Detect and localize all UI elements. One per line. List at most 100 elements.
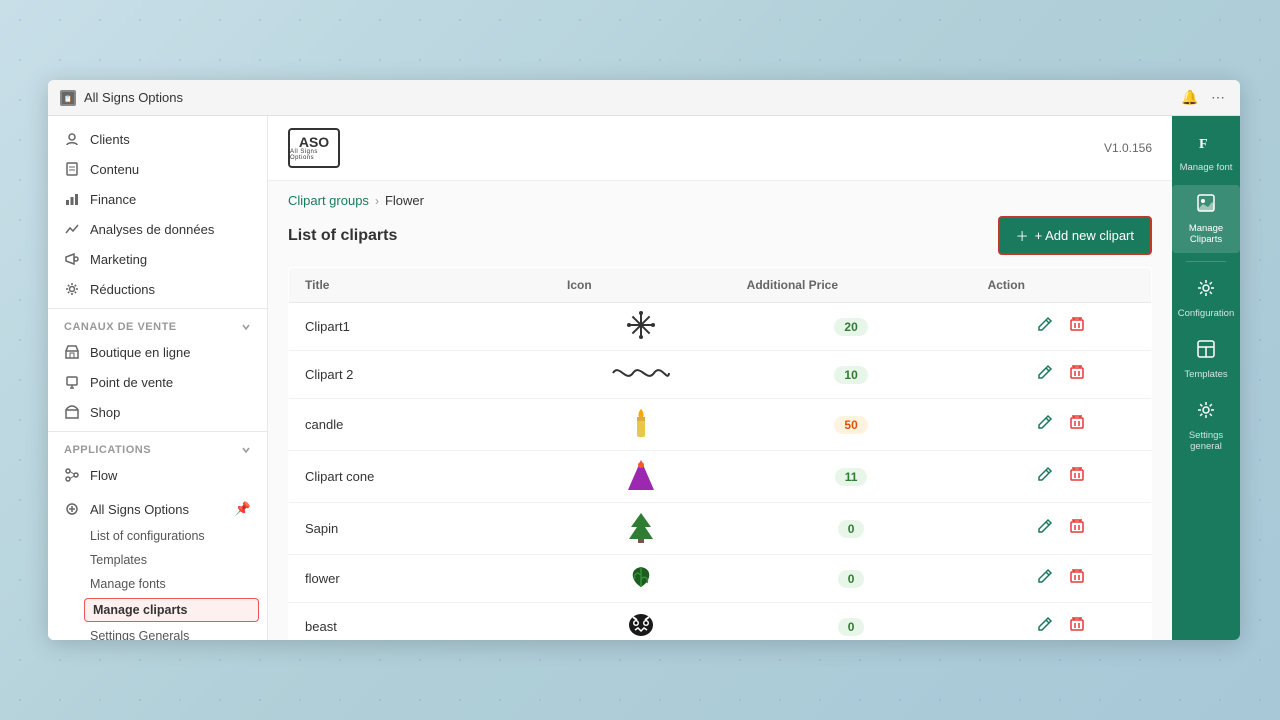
- megaphone-icon: [64, 251, 80, 267]
- aso-logo: ASO All Signs Options: [288, 128, 340, 168]
- delete-button[interactable]: [1063, 464, 1091, 489]
- rp-templates[interactable]: Templates: [1172, 331, 1240, 388]
- edit-button[interactable]: [1031, 464, 1059, 489]
- cell-icon: [551, 303, 731, 351]
- sidebar-item-contenu[interactable]: Contenu: [48, 154, 267, 184]
- main-content: ASO All Signs Options V1.0.156 Clipart g…: [268, 116, 1172, 640]
- sidebar-subitem-manage-fonts[interactable]: Manage fonts: [48, 572, 267, 596]
- sidebar-item-clients-label: Clients: [90, 132, 130, 147]
- sidebar-item-flow[interactable]: Flow: [48, 460, 267, 490]
- pin-icon[interactable]: 📌: [235, 501, 251, 517]
- table-row: Clipart cone 11: [289, 451, 1152, 503]
- notification-button[interactable]: 🔔: [1180, 88, 1200, 108]
- font-icon: F: [1196, 132, 1216, 158]
- delete-button[interactable]: [1063, 614, 1091, 639]
- rp-manage-cliparts[interactable]: Manage Cliparts: [1172, 185, 1240, 253]
- pos-icon: [64, 374, 80, 390]
- sidebar-item-analyses-label: Analyses de données: [90, 222, 214, 237]
- cell-title: Sapin: [289, 503, 552, 555]
- cell-icon: [551, 603, 731, 641]
- delete-button[interactable]: [1063, 412, 1091, 437]
- sidebar: Clients Contenu Finance Analyses de donn…: [48, 116, 268, 640]
- table-header: Title Icon Additional Price Action: [289, 268, 1152, 303]
- cell-title: flower: [289, 555, 552, 603]
- breadcrumb-parent[interactable]: Clipart groups: [288, 193, 369, 208]
- sidebar-item-finance[interactable]: Finance: [48, 184, 267, 214]
- sidebar-item-boutique[interactable]: Boutique en ligne: [48, 337, 267, 367]
- cell-title: Clipart cone: [289, 451, 552, 503]
- sidebar-item-point-de-vente[interactable]: Point de vente: [48, 367, 267, 397]
- edit-button[interactable]: [1031, 566, 1059, 591]
- clipart-table: Title Icon Additional Price Action Clipa…: [288, 267, 1152, 640]
- table-row: flower 0: [289, 555, 1152, 603]
- price-badge: 0: [838, 570, 865, 588]
- svg-text:📋: 📋: [64, 94, 73, 103]
- table-header-row: List of cliparts ＋ + Add new clipart: [288, 216, 1152, 255]
- breadcrumb-current: Flower: [385, 193, 424, 208]
- edit-button[interactable]: [1031, 412, 1059, 437]
- price-badge: 10: [834, 366, 867, 384]
- sidebar-item-finance-label: Finance: [90, 192, 136, 207]
- col-action: Action: [972, 268, 1152, 303]
- cell-action: [972, 503, 1152, 555]
- rp-manage-font[interactable]: F Manage font: [1172, 124, 1240, 181]
- sidebar-item-all-signs-options[interactable]: All Signs Options 📌: [48, 494, 267, 524]
- sidebar-item-marketing[interactable]: Marketing: [48, 244, 267, 274]
- title-bar-text: All Signs Options: [84, 90, 1180, 105]
- price-badge: 0: [838, 618, 865, 636]
- config-icon: [1196, 278, 1216, 304]
- canaux-section-header: Canaux de vente: [64, 321, 177, 333]
- sidebar-item-reductions[interactable]: Réductions: [48, 274, 267, 304]
- sidebar-item-shop[interactable]: Shop: [48, 397, 267, 427]
- rp-manage-font-label: Manage font: [1180, 162, 1233, 173]
- table-section: List of cliparts ＋ + Add new clipart Tit…: [268, 216, 1172, 640]
- cell-icon: [551, 555, 731, 603]
- col-price: Additional Price: [731, 268, 972, 303]
- applications-section-header: Applications: [64, 444, 151, 456]
- app-icon: 📋: [60, 90, 76, 106]
- rp-settings-general[interactable]: Settings general: [1172, 392, 1240, 460]
- breadcrumb-separator: ›: [375, 194, 379, 208]
- delete-button[interactable]: [1063, 314, 1091, 339]
- sidebar-subitem-list-config[interactable]: List of configurations: [48, 524, 267, 548]
- right-panel: F Manage font Manage Cliparts Configurat…: [1172, 116, 1240, 640]
- cell-price: 11: [731, 451, 972, 503]
- cell-icon: [551, 503, 731, 555]
- cell-icon: [551, 399, 731, 451]
- col-title: Title: [289, 268, 552, 303]
- delete-button[interactable]: [1063, 566, 1091, 591]
- sidebar-subitem-templates[interactable]: Templates: [48, 548, 267, 572]
- table-row: Sapin 0: [289, 503, 1152, 555]
- gear-icon: [64, 281, 80, 297]
- delete-button[interactable]: [1063, 362, 1091, 387]
- cell-action: [972, 555, 1152, 603]
- price-badge: 20: [834, 318, 867, 336]
- sidebar-item-analyses[interactable]: Analyses de données: [48, 214, 267, 244]
- cell-action: [972, 303, 1152, 351]
- version-label: V1.0.156: [1104, 141, 1152, 155]
- sidebar-subitem-settings-generals[interactable]: Settings Generals: [48, 624, 267, 640]
- rp-configuration[interactable]: Configuration: [1172, 270, 1240, 327]
- table-title: List of cliparts: [288, 227, 397, 245]
- sidebar-item-clients[interactable]: Clients: [48, 124, 267, 154]
- templates-icon: [1196, 339, 1216, 365]
- breadcrumb: Clipart groups › Flower: [268, 181, 1172, 216]
- col-icon: Icon: [551, 268, 731, 303]
- menu-button[interactable]: ⋯: [1208, 88, 1228, 108]
- sidebar-item-boutique-label: Boutique en ligne: [90, 345, 190, 360]
- cell-action: [972, 399, 1152, 451]
- edit-button[interactable]: [1031, 314, 1059, 339]
- app-window: 📋 All Signs Options 🔔 ⋯ Clients Contenu: [48, 80, 1240, 640]
- delete-button[interactable]: [1063, 516, 1091, 541]
- edit-button[interactable]: [1031, 362, 1059, 387]
- sidebar-item-point-de-vente-label: Point de vente: [90, 375, 173, 390]
- price-badge: 50: [834, 416, 867, 434]
- aso-nav-icon: [64, 501, 80, 517]
- table-row: Clipart1 20: [289, 303, 1152, 351]
- add-clipart-button[interactable]: ＋ + Add new clipart: [998, 216, 1152, 255]
- cell-price: 0: [731, 555, 972, 603]
- cell-title: beast: [289, 603, 552, 641]
- edit-button[interactable]: [1031, 516, 1059, 541]
- sidebar-subitem-manage-cliparts[interactable]: Manage cliparts: [84, 598, 259, 622]
- edit-button[interactable]: [1031, 614, 1059, 639]
